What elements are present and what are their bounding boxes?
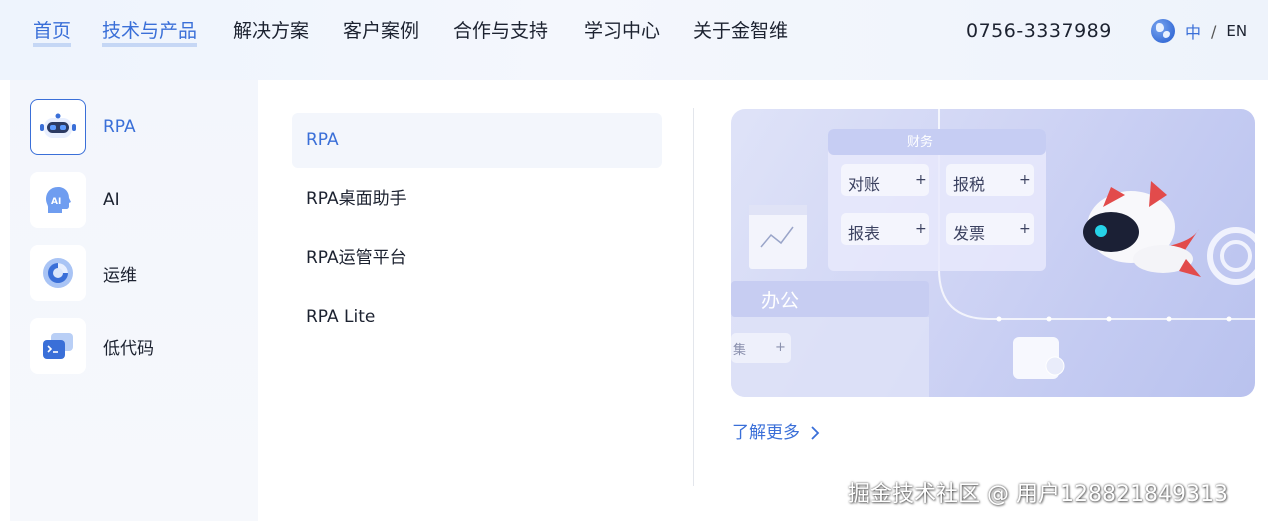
nav-item-partner-support[interactable]: 合作与支持 <box>453 14 548 48</box>
nav-item-learning[interactable]: 学习中心 <box>584 14 660 48</box>
nav-item-cases[interactable]: 客户案例 <box>343 14 419 48</box>
banner-chip-plus: + <box>1019 172 1031 188</box>
nav-item-about[interactable]: 关于金智维 <box>693 14 788 48</box>
lang-en-link[interactable]: EN <box>1226 22 1247 40</box>
category-item-ops[interactable]: 运维 <box>30 245 137 301</box>
banner-chip-report: 报表 <box>848 224 881 243</box>
category-label: 运维 <box>103 265 137 286</box>
banner-partial-chip: 集 <box>733 343 747 358</box>
robot-icon <box>30 99 86 155</box>
column-divider <box>693 108 694 486</box>
chevron-right-icon <box>811 426 820 440</box>
category-item-rpa[interactable]: RPA <box>30 99 136 155</box>
banner-chip-plus: + <box>775 340 786 355</box>
banner-chip-plus: + <box>915 172 927 188</box>
banner-chip-invoice: 发票 <box>953 224 986 243</box>
learn-more-label: 了解更多 <box>732 423 800 443</box>
product-item-rpa-ops[interactable]: RPA运管平台 <box>292 231 662 286</box>
language-switcher: 中 / EN <box>1151 14 1247 48</box>
nav-item-tech-products[interactable]: 技术与产品 <box>102 14 198 48</box>
ai-head-icon: AI <box>30 172 86 228</box>
phone-number: 0756-3337989 <box>966 20 1112 42</box>
lang-separator: / <box>1211 21 1217 41</box>
top-navigation-bar: 首页 技术与产品 解决方案 客户案例 合作与支持 学习中心 关于金智维 0756… <box>0 0 1268 80</box>
terminal-icon <box>30 318 86 374</box>
banner-chip-tax: 报税 <box>953 175 986 194</box>
category-item-lowcode[interactable]: 低代码 <box>30 318 154 374</box>
category-item-ai[interactable]: AI AI <box>30 172 120 228</box>
product-item-rpa[interactable]: RPA <box>292 113 662 168</box>
svg-text:AI: AI <box>51 197 61 207</box>
lang-zh-link[interactable]: 中 <box>1185 19 1201 43</box>
product-banner[interactable]: 财务 对账 + 报税 + 报表 + 发票 + 办公 集 + <box>731 109 1255 397</box>
learn-more-link[interactable]: 了解更多 <box>732 419 820 447</box>
ops-ring-icon <box>30 245 86 301</box>
nav-item-home[interactable]: 首页 <box>33 14 72 48</box>
product-item-rpa-desktop[interactable]: RPA桌面助手 <box>292 172 662 227</box>
globe-icon[interactable] <box>1151 19 1175 43</box>
nav-item-solutions[interactable]: 解决方案 <box>233 14 309 48</box>
watermark: 掘金技术社区 @ 用户128821849313 <box>848 482 1228 507</box>
banner-chip-plus: + <box>1019 221 1031 237</box>
product-item-rpa-lite[interactable]: RPA Lite <box>292 290 662 345</box>
category-label: RPA <box>103 117 136 137</box>
banner-office-label: 办公 <box>761 290 800 312</box>
category-label: AI <box>103 190 120 210</box>
category-label: 低代码 <box>103 338 154 359</box>
banner-chip-reconcile: 对账 <box>848 175 881 194</box>
banner-chip-plus: + <box>915 221 927 237</box>
banner-panel-title: 财务 <box>907 135 934 150</box>
